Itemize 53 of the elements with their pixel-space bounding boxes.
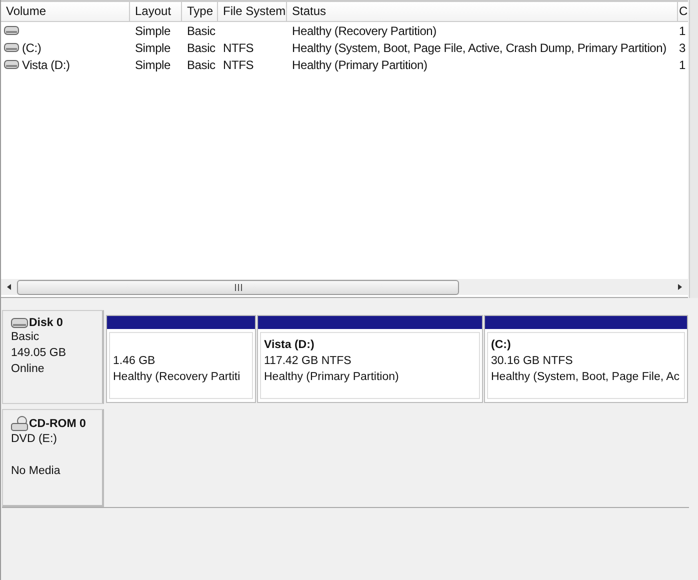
column-header[interactable]: Type	[182, 2, 218, 21]
table-cell: (C:)	[22, 40, 42, 54]
table-cell: Simple	[135, 40, 170, 54]
drive-icon	[4, 60, 19, 69]
table-cell: 1	[679, 58, 686, 72]
scrollbar-thumb[interactable]	[17, 280, 459, 294]
disc-drive-icon	[11, 416, 28, 431]
right-arrow-icon[interactable]	[676, 283, 684, 291]
partition-block[interactable]: 1.46 GB Healthy (Recovery Partiti	[106, 315, 256, 403]
disk-name: CD-ROM 0	[29, 418, 86, 430]
partition-status: Healthy (Primary Partition)	[264, 370, 400, 385]
partition-status: Healthy (System, Boot, Page File, Ac	[491, 370, 681, 385]
table-cell: NTFS	[223, 40, 254, 54]
partition-block[interactable]: Vista (D:) 117.42 GB NTFS Healthy (Primary Partition)	[257, 315, 483, 403]
disk-info: DVD (E:)	[11, 432, 58, 447]
column-header[interactable]: File System	[218, 2, 287, 21]
partition-status: Healthy (Recovery Partiti	[113, 370, 242, 385]
column-header[interactable]: Layout	[130, 2, 182, 21]
left-arrow-icon[interactable]	[5, 283, 13, 291]
table-cell: Basic	[187, 24, 216, 38]
table-cell: Healthy (Recovery Partition)	[292, 24, 436, 38]
partition-size: 117.42 GB NTFS	[264, 354, 352, 369]
disk-info: 149.05 GB	[11, 346, 67, 361]
table-cell: Simple	[135, 58, 170, 72]
vertical-scrollbar[interactable]	[689, 0, 698, 298]
partition-name: Vista (D:)	[264, 339, 314, 351]
table-cell: 3	[679, 40, 686, 54]
table-cell: Simple	[135, 24, 170, 38]
column-header[interactable]: Status	[287, 2, 678, 21]
table-cell: 1	[679, 24, 686, 38]
drive-icon	[11, 318, 28, 328]
partition-block[interactable]: (C:) 30.16 GB NTFS Healthy (System, Boot, Page File, Ac	[484, 315, 688, 403]
disk-info: No Media	[11, 464, 62, 479]
drive-icon	[4, 26, 19, 35]
drive-icon	[4, 43, 19, 52]
disk-name: Disk 0	[29, 317, 63, 329]
column-header[interactable]: Volume	[1, 2, 130, 21]
table-cell: Basic	[187, 58, 216, 72]
grip-icon	[234, 284, 242, 290]
table-cell: NTFS	[223, 58, 254, 72]
partition-name: (C:)	[491, 339, 511, 351]
disk-info: Basic	[11, 330, 40, 345]
partition-size: 1.46 GB	[113, 354, 156, 369]
horizontal-scrollbar[interactable]	[1, 279, 688, 295]
table-cell: Basic	[187, 40, 216, 54]
disk-info: Online	[11, 362, 46, 377]
partition-size: 30.16 GB NTFS	[491, 354, 574, 369]
table-cell: Healthy (Primary Partition)	[292, 58, 428, 72]
table-cell: Vista (D:)	[22, 58, 70, 72]
disk-label-panel[interactable]: Disk 0 Basic 149.05 GB Online	[2, 310, 104, 404]
disk-label-panel[interactable]: CD-ROM 0 DVD (E:) No Media	[2, 409, 104, 507]
column-header[interactable]: C	[678, 2, 688, 21]
table-cell: Healthy (System, Boot, Page File, Active, Crash Dump, Primary Partition)	[292, 40, 666, 54]
